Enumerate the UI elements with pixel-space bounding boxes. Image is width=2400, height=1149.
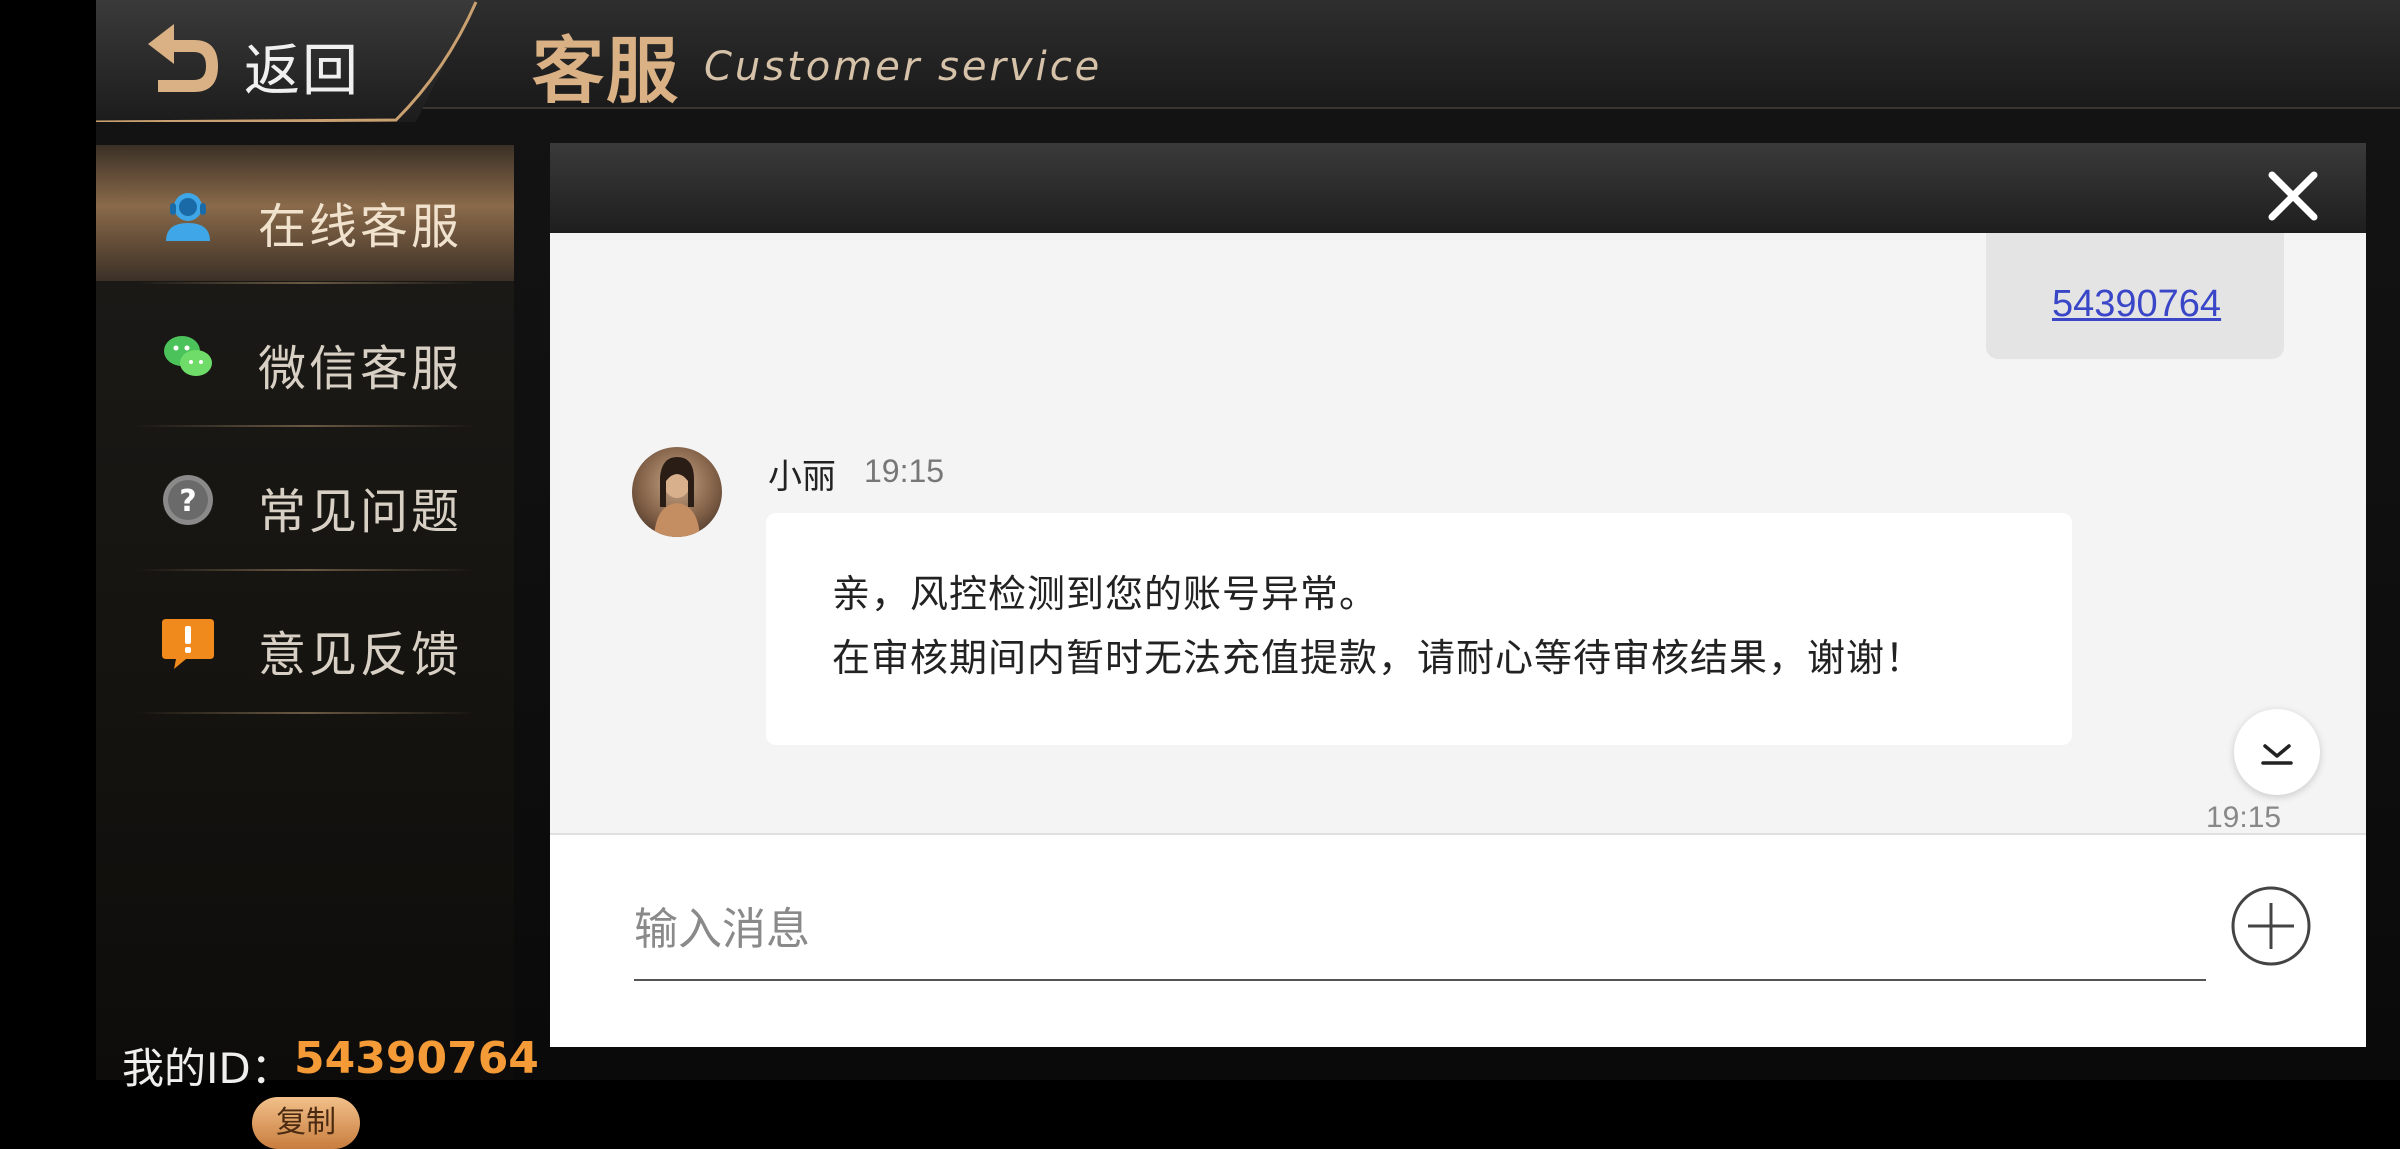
sent-message-link[interactable]: 54390764	[2052, 283, 2221, 326]
message-composer	[550, 833, 2366, 1047]
sidebar-item-faq[interactable]: ? 常见问题	[96, 430, 514, 566]
avatar[interactable]	[632, 447, 722, 537]
sidebar-item-feedback[interactable]: 意见反馈	[96, 573, 514, 709]
chat-panel: 54390764 小丽 19:15 亲，风控检测到您的账号异常。 在审核期间内暂…	[550, 143, 2366, 1047]
sidebar-item-label: 在线客服	[258, 199, 463, 255]
scroll-to-bottom-button[interactable]	[2234, 709, 2320, 795]
sidebar-item-online-service[interactable]: 在线客服	[96, 145, 514, 281]
avatar-image	[654, 457, 700, 537]
add-attachment-icon[interactable]	[2230, 885, 2312, 967]
sent-message-bubble: 54390764	[1986, 233, 2284, 359]
feedback-icon	[162, 619, 214, 669]
message-input[interactable]	[634, 879, 2206, 981]
chat-top-bar	[550, 143, 2366, 233]
message-time: 19:15	[864, 453, 945, 489]
divider	[136, 282, 476, 284]
header-bar: 返回 客服 Customer service	[96, 0, 2400, 122]
sidebar: 在线客服 微信客服 ? 常见问题 意见反馈 我的ID： 54390764 复制	[96, 145, 539, 1149]
agent-icon	[166, 193, 210, 241]
my-id-value: 54390764	[294, 1033, 539, 1084]
divider	[136, 425, 476, 427]
divider	[136, 712, 476, 714]
sidebar-item-label: 微信客服	[258, 341, 463, 397]
received-message-bubble: 亲，风控检测到您的账号异常。 在审核期间内暂时无法充值提款，请耐心等待审核结果，…	[766, 513, 2072, 745]
close-icon[interactable]	[2266, 169, 2320, 223]
sender-name: 小丽	[768, 457, 836, 497]
app-window: 返回 客服 Customer service 在线客服 微信客服 ? 常见问题 …	[96, 0, 2400, 1149]
message-text-line: 在审核期间内暂时无法充值提款，请耐心等待审核结果，谢谢！	[832, 636, 1925, 680]
question-icon: ?	[163, 475, 213, 525]
message-text-line: 亲，风控检测到您的账号异常。	[832, 572, 1379, 616]
chevron-down-icon	[2261, 744, 2293, 765]
divider	[136, 569, 476, 571]
back-arrow-icon	[148, 24, 218, 92]
wechat-icon	[164, 336, 212, 376]
copy-id-button[interactable]: 复制	[252, 1097, 360, 1149]
svg-text:?: ?	[179, 484, 196, 519]
back-button[interactable]: 返回	[96, 0, 486, 122]
page-subtitle: Customer service	[704, 44, 1103, 90]
page-title: 客服	[532, 29, 681, 113]
back-label: 返回	[244, 39, 360, 104]
sidebar-item-label: 意见反馈	[258, 627, 463, 683]
message-time: 19:15	[2206, 801, 2282, 831]
sidebar-item-wechat-service[interactable]: 微信客服	[96, 287, 514, 423]
sidebar-item-label: 常见问题	[258, 484, 463, 540]
my-id-label: 我的ID：	[122, 1044, 293, 1093]
